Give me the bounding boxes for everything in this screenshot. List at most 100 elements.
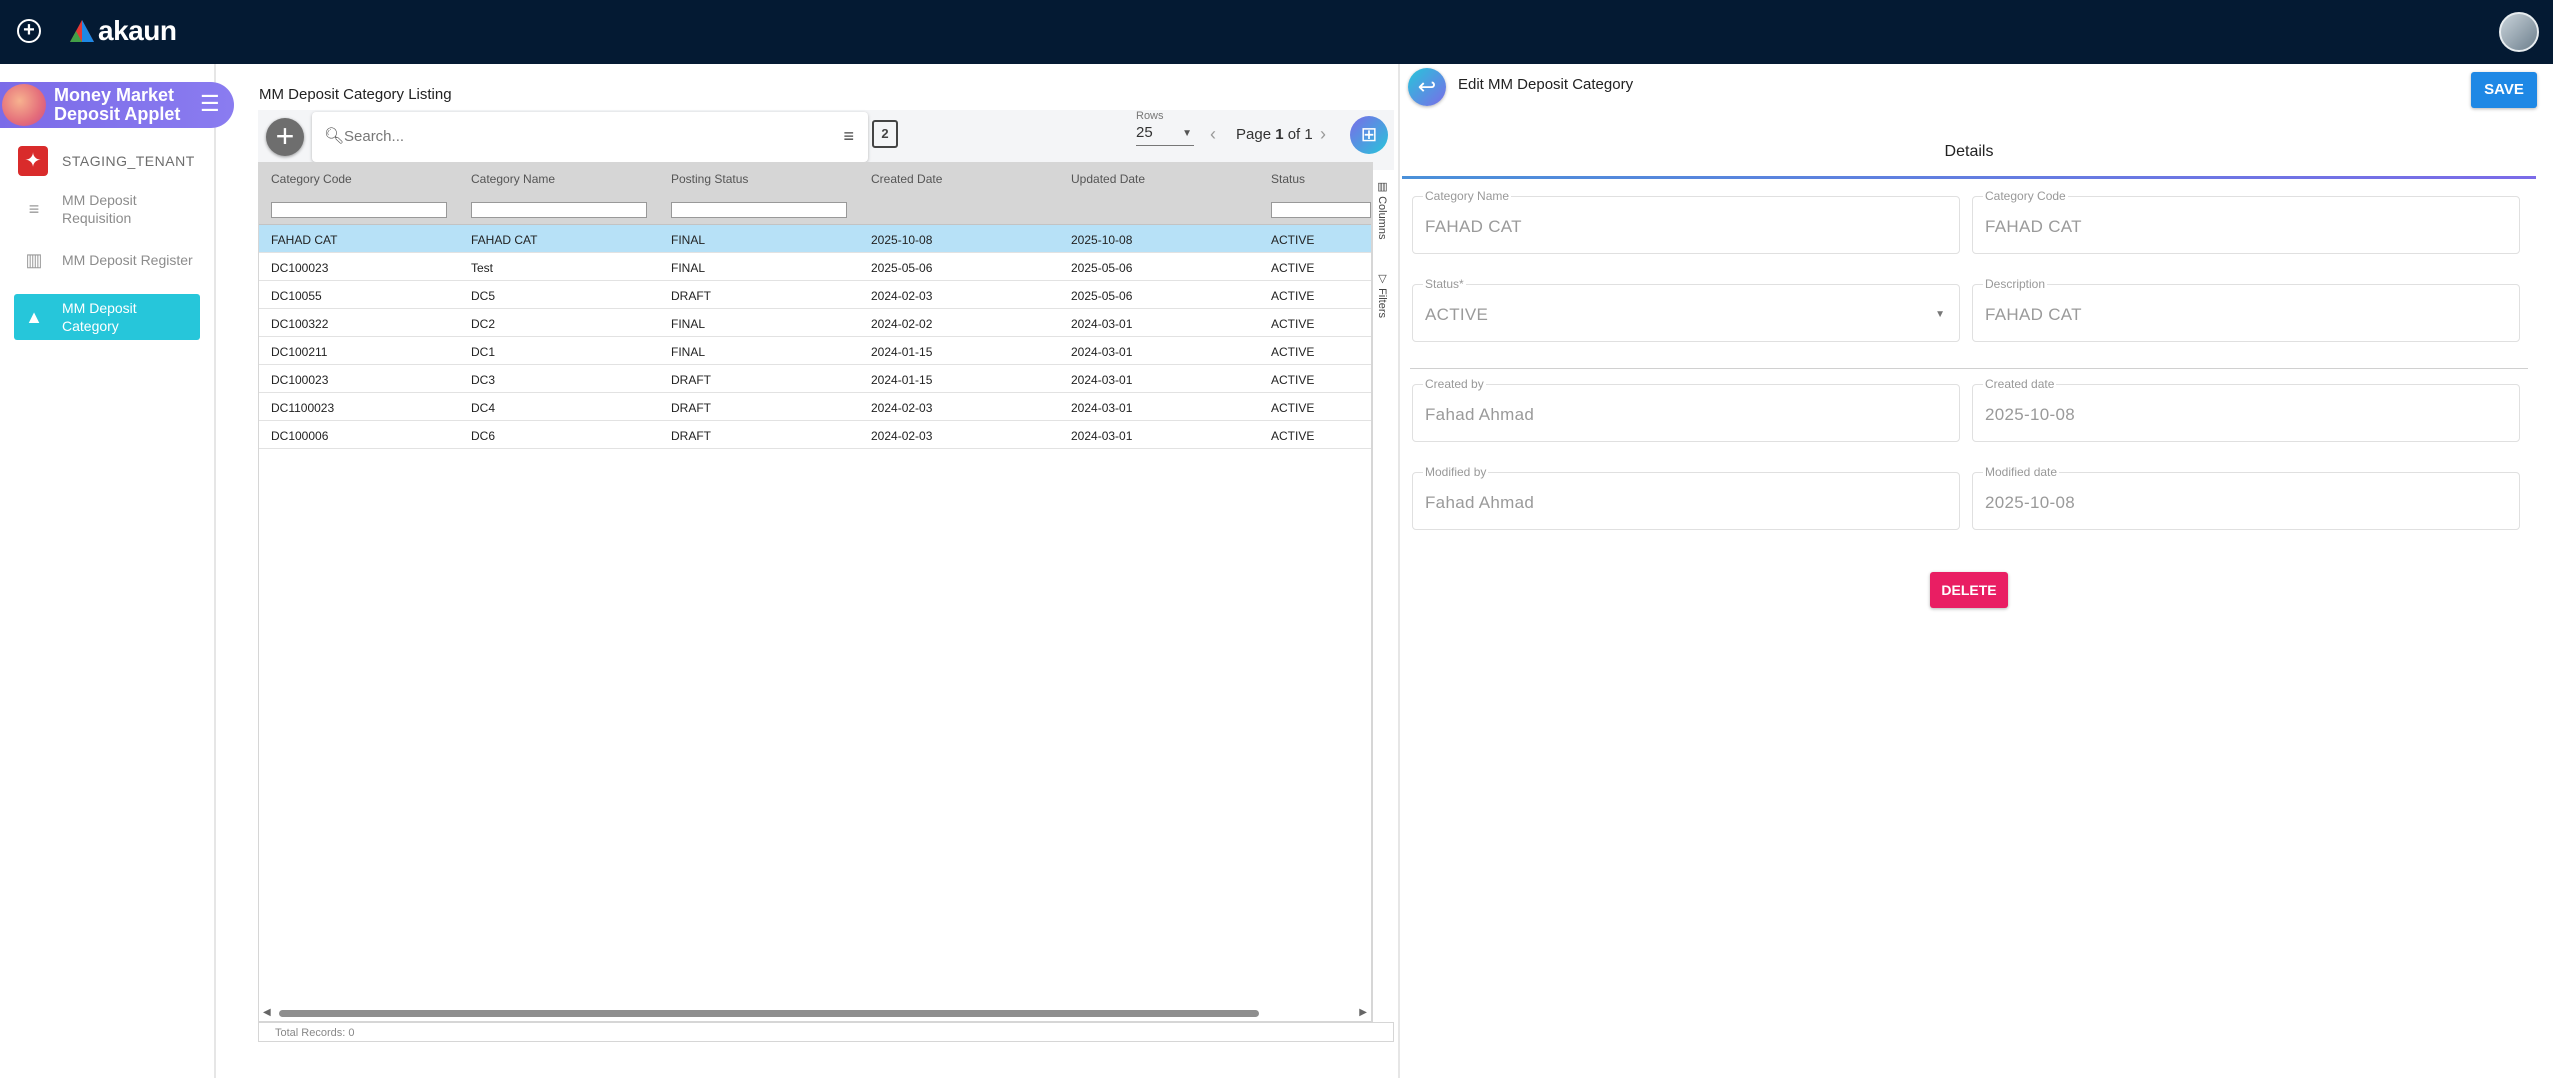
status-value: ACTIVE bbox=[1425, 305, 1489, 324]
modified-date-field: Modified date 2025-10-08 bbox=[1972, 465, 2520, 530]
created-date-value: 2025-10-08 bbox=[1985, 405, 2075, 424]
top-bar: + akaun bbox=[0, 0, 2553, 64]
sidebar-item-mm-deposit-requisition[interactable]: ≡ MM Deposit Requisition bbox=[14, 186, 200, 232]
cell-status: ACTIVE bbox=[1271, 289, 1315, 303]
table-row[interactable]: DC10055 DC5 DRAFT 2024-02-03 2025-05-06 … bbox=[259, 281, 1371, 309]
page-indicator: Page 1 of 1 bbox=[1236, 126, 1313, 143]
edit-panel: ↩ Edit MM Deposit Category SAVE Details … bbox=[1398, 64, 2553, 1078]
tab-underline bbox=[1402, 176, 2536, 179]
column-header-posting-status[interactable]: Posting Status bbox=[671, 172, 748, 186]
filters-tab[interactable]: ▽ Filters bbox=[1376, 272, 1389, 318]
sidebar-item-mm-deposit-category[interactable]: ▲ MM Deposit Category bbox=[14, 294, 200, 340]
tab-details[interactable]: Details bbox=[1402, 140, 2536, 178]
scrollbar-thumb[interactable] bbox=[279, 1010, 1259, 1017]
description-label: Description bbox=[1983, 277, 2048, 291]
sidebar-item-label: MM Deposit Register bbox=[62, 252, 193, 268]
export-icon[interactable]: 2 bbox=[872, 120, 898, 148]
column-header-category-name[interactable]: Category Name bbox=[471, 172, 555, 186]
cell-category-code: DC100211 bbox=[271, 345, 328, 359]
scroll-right-icon[interactable]: ▶ bbox=[1359, 1007, 1367, 1018]
table-row[interactable]: DC100006 DC6 DRAFT 2024-02-03 2024-03-01… bbox=[259, 421, 1371, 449]
status-label: Status* bbox=[1423, 277, 1466, 291]
description-field[interactable]: Description FAHAD CAT bbox=[1972, 277, 2520, 342]
modified-date-value: 2025-10-08 bbox=[1985, 493, 2075, 512]
search-input[interactable] bbox=[344, 124, 824, 148]
created-date-label: Created date bbox=[1983, 377, 2057, 391]
applet-title: Money Market Deposit Applet bbox=[54, 85, 181, 124]
cell-updated-date: 2025-10-08 bbox=[1071, 233, 1133, 247]
brand-name: akaun bbox=[98, 15, 177, 46]
tenant-icon: ✦ bbox=[18, 146, 48, 176]
listing-title: MM Deposit Category Listing bbox=[259, 86, 452, 103]
sidebar-item-label: MM Deposit Category bbox=[62, 300, 137, 334]
table-row[interactable]: DC1100023 DC4 DRAFT 2024-02-03 2024-03-0… bbox=[259, 393, 1371, 421]
grid-filter-row bbox=[259, 193, 1371, 225]
filter-input-category-name[interactable] bbox=[471, 202, 647, 218]
column-header-updated-date[interactable]: Updated Date bbox=[1071, 172, 1145, 186]
back-arrow-icon[interactable]: ↩ bbox=[1408, 68, 1446, 106]
user-avatar[interactable] bbox=[2499, 12, 2539, 52]
menu-collapse-icon[interactable]: ☰ bbox=[200, 93, 226, 116]
cell-category-name: DC2 bbox=[471, 317, 496, 331]
filter-input-posting-status[interactable] bbox=[671, 202, 847, 218]
cell-updated-date: 2025-05-06 bbox=[1071, 289, 1133, 303]
sidebar-item-mm-deposit-register[interactable]: ▥ MM Deposit Register bbox=[14, 248, 200, 272]
grid-footer: Total Records: 0 bbox=[258, 1022, 1394, 1042]
cell-status: ACTIVE bbox=[1271, 373, 1315, 387]
category-code-field[interactable]: Category Code FAHAD CAT bbox=[1972, 189, 2520, 254]
table-row[interactable]: DC100023 Test FINAL 2025-05-06 2025-05-0… bbox=[259, 253, 1371, 281]
akaun-logo-icon bbox=[70, 20, 94, 42]
status-select[interactable]: Status* ACTIVE ▼ bbox=[1412, 277, 1960, 342]
cell-created-date: 2024-01-15 bbox=[871, 373, 933, 387]
section-divider bbox=[1410, 368, 2528, 369]
modified-date-label: Modified date bbox=[1983, 465, 2060, 479]
column-header-created-date[interactable]: Created Date bbox=[871, 172, 942, 186]
category-name-field[interactable]: Category Name FAHAD CAT bbox=[1412, 189, 1960, 254]
tenant-selector[interactable]: ✦ STAGING_TENANT bbox=[18, 146, 195, 176]
cell-created-date: 2024-02-03 bbox=[871, 401, 933, 415]
cell-category-name: FAHAD CAT bbox=[471, 233, 538, 247]
cell-category-name: DC5 bbox=[471, 289, 496, 303]
column-header-status[interactable]: Status bbox=[1271, 172, 1305, 186]
cell-updated-date: 2024-03-01 bbox=[1071, 345, 1133, 359]
modified-by-field: Modified by Fahad Ahmad bbox=[1412, 465, 1960, 530]
cell-created-date: 2024-02-02 bbox=[871, 317, 933, 331]
chevron-left-icon[interactable]: ‹ bbox=[1210, 124, 1216, 145]
listing-panel: MM Deposit Category Listing + 🔍︎ ≡ 2 Row… bbox=[256, 64, 1398, 1078]
brand-logo[interactable]: akaun bbox=[70, 14, 177, 48]
listing-toolbar: + 🔍︎ ≡ 2 Rows 25 ▼ ‹ Page 1 of 1 › ⊞ bbox=[258, 110, 1394, 170]
category-name-value: FAHAD CAT bbox=[1425, 217, 1522, 236]
cell-status: ACTIVE bbox=[1271, 429, 1315, 443]
delete-button[interactable]: DELETE bbox=[1930, 572, 2008, 608]
page-prefix: Page bbox=[1236, 126, 1276, 143]
chevron-right-icon[interactable]: › bbox=[1320, 124, 1326, 145]
tenant-label: STAGING_TENANT bbox=[62, 153, 195, 169]
filter-icon[interactable]: ≡ bbox=[843, 126, 854, 147]
plus-circle-icon[interactable]: + bbox=[17, 19, 41, 43]
cell-posting-status: FINAL bbox=[671, 261, 706, 275]
scroll-left-icon[interactable]: ◀ bbox=[263, 1007, 271, 1018]
search-box: 🔍︎ ≡ bbox=[312, 112, 868, 162]
filter-input-category-code[interactable] bbox=[271, 202, 447, 218]
rows-label: Rows bbox=[1136, 110, 1164, 122]
horizontal-scrollbar[interactable]: ◀ ▶ bbox=[259, 1005, 1371, 1021]
save-button[interactable]: SAVE bbox=[2471, 72, 2537, 108]
modified-by-value: Fahad Ahmad bbox=[1425, 493, 1535, 512]
table-row[interactable]: DC100023 DC3 DRAFT 2024-01-15 2024-03-01… bbox=[259, 365, 1371, 393]
created-by-value: Fahad Ahmad bbox=[1425, 405, 1535, 424]
add-button[interactable]: + bbox=[266, 118, 304, 156]
cell-created-date: 2024-01-15 bbox=[871, 345, 933, 359]
rows-per-page-select[interactable]: 25 ▼ bbox=[1136, 124, 1194, 146]
grid-header: Category Code Category Name Posting Stat… bbox=[259, 163, 1371, 193]
cell-category-name: Test bbox=[471, 261, 494, 275]
cell-category-code: DC100322 bbox=[271, 317, 329, 331]
columns-tab[interactable]: ▥ Columns bbox=[1376, 180, 1389, 239]
filter-input-status[interactable] bbox=[1271, 202, 1371, 218]
filters-tab-label: Filters bbox=[1376, 288, 1388, 319]
table-row[interactable]: DC100211 DC1 FINAL 2024-01-15 2024-03-01… bbox=[259, 337, 1371, 365]
column-header-category-code[interactable]: Category Code bbox=[271, 172, 352, 186]
table-row[interactable]: FAHAD CAT FAHAD CAT FINAL 2025-10-08 202… bbox=[259, 225, 1371, 253]
table-row[interactable]: DC100322 DC2 FINAL 2024-02-02 2024-03-01… bbox=[259, 309, 1371, 337]
grid-view-icon[interactable]: ⊞ bbox=[1350, 116, 1388, 154]
created-date-field: Created date 2025-10-08 bbox=[1972, 377, 2520, 442]
